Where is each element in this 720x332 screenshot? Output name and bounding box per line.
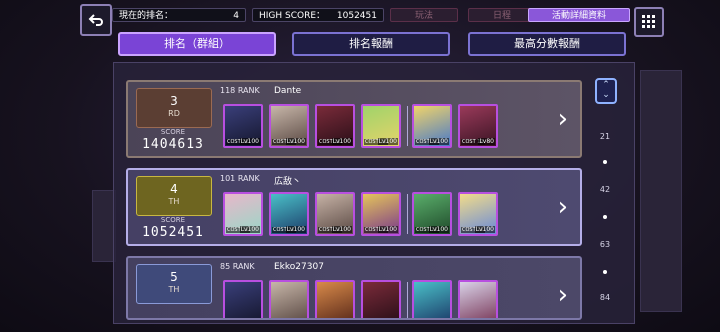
- rank-number: 4: [170, 182, 178, 196]
- score-value: 1052451: [142, 225, 204, 240]
- back-button[interactable]: [80, 4, 112, 36]
- high-score-value: 1052451: [336, 11, 377, 21]
- rank-badge: 5 TH: [136, 264, 212, 304]
- rank-badge: 3 RD: [136, 88, 212, 128]
- character-card[interactable]: COST 12 Lv100: [315, 104, 355, 148]
- rank-number: 5: [170, 270, 178, 284]
- double-chevron-icon[interactable]: ⌃ ⌄: [595, 78, 617, 104]
- character-card[interactable]: COST 12 Lv100: [361, 192, 401, 236]
- high-score-label: HIGH SCORE：: [259, 11, 326, 21]
- character-card[interactable]: [315, 280, 355, 318]
- tab-high-score-rewards[interactable]: 最高分數報酬: [468, 32, 626, 56]
- character-card[interactable]: [269, 280, 309, 318]
- rank-suffix: TH: [168, 197, 180, 206]
- rank-suffix: RD: [168, 109, 180, 118]
- high-score-display: HIGH SCORE： 1052451: [252, 8, 384, 22]
- chevron-right-icon[interactable]: ›: [558, 192, 568, 222]
- score-label: SCORE: [160, 128, 186, 136]
- character-card[interactable]: COST 12 Lv100: [223, 104, 263, 148]
- character-card[interactable]: COST 12 Lv100: [361, 104, 401, 148]
- card-deck: [223, 280, 504, 318]
- card-level: Lv100: [428, 226, 449, 233]
- current-rank-label: 現在的排名：: [119, 11, 174, 21]
- deck-divider: [407, 106, 408, 146]
- character-card[interactable]: COST 12 Lv100: [269, 104, 309, 148]
- rank-number: 3: [170, 94, 178, 108]
- score-label: SCORE: [160, 216, 186, 224]
- chevron-right-icon[interactable]: ›: [558, 104, 568, 134]
- score-value: 1404613: [142, 137, 204, 152]
- character-card[interactable]: COST 12 Lv100: [412, 104, 452, 148]
- character-card[interactable]: COST 12 Lv100: [458, 192, 498, 236]
- ranking-row[interactable]: 3 RD SCORE 1404613 118 RANK Dante COST 1…: [126, 80, 582, 158]
- current-rank-display: 現在的排名： 4: [112, 8, 246, 22]
- scroll-dot[interactable]: [603, 215, 607, 219]
- card-level: Lv100: [239, 226, 260, 233]
- card-level: Lv100: [377, 226, 398, 233]
- event-details-button[interactable]: 活動詳細資料: [528, 8, 630, 22]
- background-panel: [640, 70, 682, 312]
- ranking-row[interactable]: 5 TH 85 RANK Ekko27307 ›: [126, 256, 582, 320]
- character-card[interactable]: [458, 280, 498, 318]
- rank-badge: 4 TH: [136, 176, 212, 216]
- deck-divider: [407, 282, 408, 318]
- previous-rank: 118 RANK: [220, 86, 260, 95]
- scroll-dot[interactable]: [603, 160, 607, 164]
- chevron-right-icon[interactable]: ›: [558, 280, 568, 310]
- player-name: 広敌丶: [274, 177, 302, 187]
- scroll-tick: 21: [599, 132, 611, 141]
- tab-ranking-rewards[interactable]: 排名報酬: [292, 32, 450, 56]
- card-level: Lv100: [331, 226, 352, 233]
- player-name: Ekko27307: [274, 262, 324, 272]
- card-level: Lv100: [285, 226, 306, 233]
- menu-button[interactable]: [634, 7, 664, 37]
- card-deck: COST 12 Lv100 COST 12 Lv100 COST 12 Lv100 C…: [223, 192, 504, 236]
- scroll-tick: 42: [599, 185, 611, 194]
- scroll-tick: 84: [599, 293, 611, 302]
- scroll-tick: 63: [599, 240, 611, 249]
- tab-ranking-group[interactable]: 排名（群組）: [118, 32, 276, 56]
- card-level: Lv80: [478, 138, 495, 145]
- scroll-dot[interactable]: [603, 270, 607, 274]
- character-card[interactable]: COST 12 Lv100: [315, 192, 355, 236]
- card-level: Lv100: [377, 138, 398, 145]
- player-name: Dante: [274, 86, 302, 96]
- grid-menu-icon: [642, 15, 655, 28]
- character-card[interactable]: [223, 280, 263, 318]
- character-card[interactable]: COST 12 Lv100: [269, 192, 309, 236]
- character-card[interactable]: [361, 280, 401, 318]
- rank-suffix: TH: [168, 285, 180, 294]
- card-level: Lv100: [239, 138, 260, 145]
- rules-button[interactable]: 玩法: [390, 8, 458, 22]
- deck-divider: [407, 194, 408, 234]
- ranking-row-current-player[interactable]: 4 TH SCORE 1052451 101 RANK 広敌丶 COST 12 L…: [126, 168, 582, 246]
- previous-rank: 101 RANK: [220, 174, 260, 183]
- character-card[interactable]: [412, 280, 452, 318]
- card-level: Lv100: [428, 138, 449, 145]
- card-level: Lv100: [285, 138, 306, 145]
- character-card[interactable]: COST 12 Lv100: [412, 192, 452, 236]
- back-arrow-icon: [88, 14, 103, 26]
- card-deck: COST 12 Lv100 COST 12 Lv100 COST 12 Lv100 C…: [223, 104, 504, 148]
- character-card[interactable]: COST 12 Lv100: [223, 192, 263, 236]
- previous-rank: 85 RANK: [220, 262, 255, 271]
- card-level: Lv100: [331, 138, 352, 145]
- card-level: Lv100: [474, 226, 495, 233]
- schedule-button[interactable]: 日程: [468, 8, 536, 22]
- character-card[interactable]: COST 12 Lv80: [458, 104, 498, 148]
- current-rank-value: 4: [233, 11, 239, 21]
